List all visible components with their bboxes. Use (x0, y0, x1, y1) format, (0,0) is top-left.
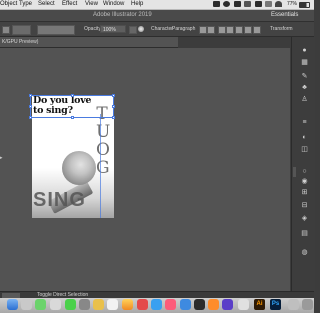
sing-text[interactable]: SING (33, 188, 86, 212)
align-right-icon[interactable] (218, 26, 226, 34)
align-bottom-icon[interactable] (253, 26, 261, 34)
app-titlebar: Adobe Illustrator 2019 Essentials Classi… (0, 10, 314, 29)
app-store-icon[interactable] (151, 299, 162, 310)
align-left-icon[interactable] (199, 26, 207, 34)
opacity-dropdown-icon[interactable] (129, 26, 137, 34)
battery-percent: 77% (287, 1, 298, 7)
stroke-panel-icon[interactable]: ≡ (301, 119, 308, 126)
safari-icon[interactable] (50, 299, 61, 310)
style-field[interactable] (37, 25, 75, 35)
trash-icon[interactable] (302, 299, 313, 310)
bluetooth-icon[interactable] (265, 1, 272, 7)
menu-window[interactable]: Window (103, 0, 124, 9)
menu-object[interactable]: Object (0, 0, 17, 9)
vlc-icon[interactable] (208, 299, 219, 310)
symbols-panel-icon[interactable]: ♣ (301, 84, 308, 91)
menu-select[interactable]: Select (38, 0, 55, 9)
align-middle-icon[interactable] (244, 26, 252, 34)
system-preferences-icon[interactable] (79, 299, 90, 310)
properties-panel-icon[interactable]: ♙ (301, 96, 308, 103)
cloud-icon[interactable] (213, 1, 220, 7)
app-icon[interactable] (222, 299, 233, 310)
mail-icon[interactable] (180, 299, 191, 310)
smart-guide (100, 114, 101, 218)
menu-help[interactable]: Help (131, 0, 143, 9)
terminal-icon[interactable] (194, 299, 205, 310)
canvas-edge-marker: ▸ (0, 155, 3, 161)
mac-dock: Ai Ps (0, 298, 314, 313)
align-panel-icon[interactable]: ⊟ (301, 202, 308, 209)
graphic-styles-panel-icon[interactable]: ◉ (301, 178, 308, 185)
menu-view[interactable]: View (85, 0, 98, 9)
opacity-input[interactable]: 100% (100, 25, 126, 33)
messages-icon[interactable] (35, 299, 46, 310)
control-bar: Opacity: 100% Character Paragraph Transf… (0, 22, 314, 37)
artboards-panel-icon[interactable]: ▤ (301, 230, 308, 237)
preview-icon[interactable] (238, 299, 249, 310)
document-tab-label: K/GPU Preview) (2, 39, 39, 45)
selection-bounding-box[interactable] (29, 94, 115, 119)
align-center-icon[interactable] (207, 26, 215, 34)
selection-handle-br[interactable] (112, 116, 115, 119)
menu-effect[interactable]: Effect (62, 0, 77, 9)
selection-handle-mr[interactable] (112, 105, 115, 108)
illustrator-icon[interactable]: Ai (254, 299, 265, 310)
finder-icon[interactable] (7, 299, 18, 310)
layers-panel-icon[interactable]: ◈ (301, 215, 308, 222)
paragraph-link[interactable]: Paragraph (172, 22, 195, 36)
recolor-icon[interactable] (138, 26, 144, 32)
distribute-icon[interactable] (226, 26, 234, 34)
wifi-icon[interactable] (275, 1, 282, 7)
character-link[interactable]: Character (151, 22, 173, 36)
color-panel-icon[interactable]: ● (301, 47, 308, 54)
gradient-panel-icon[interactable]: ◐ (301, 134, 308, 141)
selection-handle-bm[interactable] (71, 116, 74, 119)
align-top-icon[interactable] (235, 26, 243, 34)
microphone-mesh (62, 151, 96, 185)
facetime-icon[interactable] (65, 299, 76, 310)
selection-handle-tm[interactable] (71, 94, 74, 97)
libraries-panel-icon[interactable]: ◍ (301, 249, 308, 256)
swatches-panel-icon[interactable]: ▦ (301, 59, 308, 66)
links-panel-icon[interactable]: ⊞ (301, 189, 308, 196)
panel-grip[interactable] (293, 167, 296, 177)
photos-icon[interactable] (122, 299, 133, 310)
music-icon[interactable] (165, 299, 176, 310)
selection-handle-tl[interactable] (29, 94, 32, 97)
mac-menubar: Object Type Select Effect View Window He… (0, 0, 314, 10)
battery-icon[interactable] (299, 2, 310, 8)
selection-handle-ml[interactable] (29, 105, 32, 108)
menu-type[interactable]: Type (19, 0, 32, 9)
chrome-icon[interactable] (137, 299, 148, 310)
notes-icon[interactable] (93, 299, 104, 310)
brushes-panel-icon[interactable]: ✎ (301, 73, 308, 80)
appearance-panel-icon[interactable]: ○ (301, 168, 308, 175)
calendar-icon[interactable] (107, 299, 118, 310)
transparency-panel-icon[interactable]: ◫ (301, 146, 308, 153)
downloads-icon[interactable] (288, 299, 299, 310)
photoshop-icon[interactable]: Ps (270, 299, 281, 310)
menu-app-icon[interactable] (255, 1, 262, 7)
launchpad-icon[interactable] (21, 299, 32, 310)
display-icon[interactable] (244, 1, 251, 7)
stroke-field[interactable] (12, 25, 31, 35)
selection-handle-tr[interactable] (112, 94, 115, 97)
selection-handle-bl[interactable] (29, 116, 32, 119)
status-icon[interactable] (223, 1, 230, 7)
document-tab[interactable]: K/GPU Preview) (0, 37, 178, 48)
creative-cloud-icon[interactable] (234, 1, 241, 7)
transform-link[interactable]: Transform (270, 22, 293, 36)
app-title: Adobe Illustrator 2019 (93, 12, 152, 18)
right-panel-dock: ● ▦ ✎ ♣ ♙ ≡ ◐ ◫ ○ ◉ ⊞ ⊟ ◈ ▤ ◍ (291, 37, 315, 291)
fill-swatch[interactable] (2, 26, 10, 34)
